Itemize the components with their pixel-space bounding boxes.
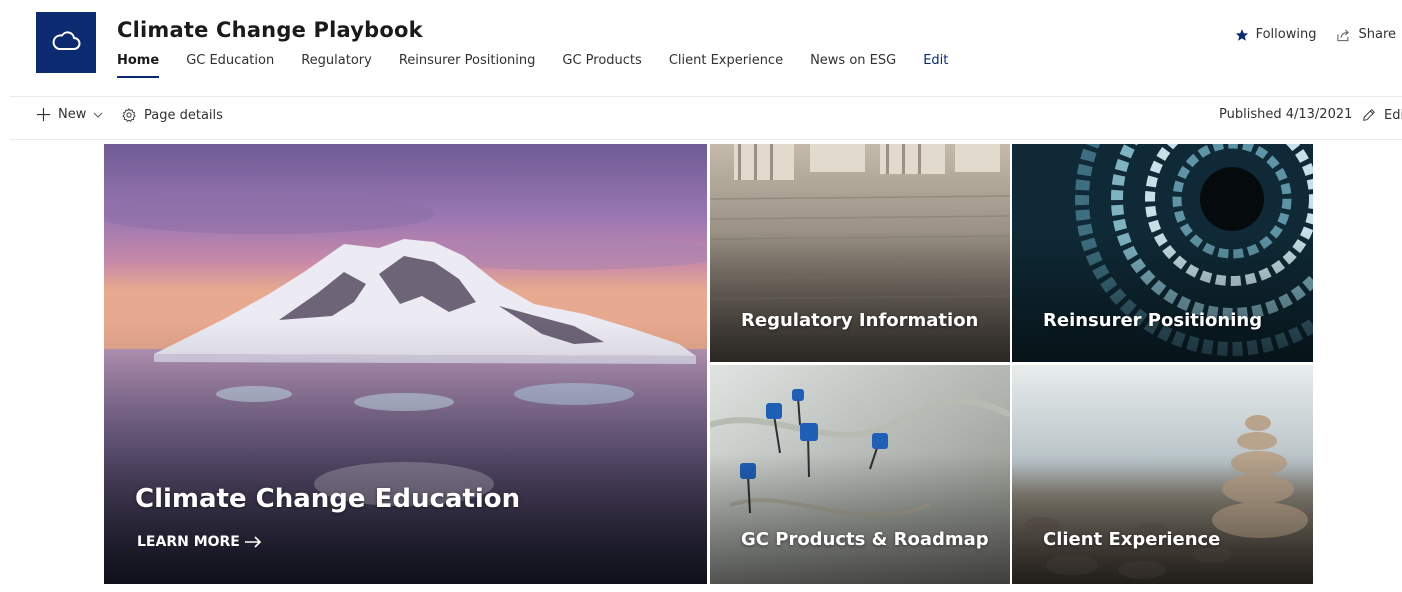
site-header: Climate Change Playbook Home GC Educatio… bbox=[0, 0, 1402, 96]
share-label: Share bbox=[1358, 27, 1396, 42]
share-button[interactable]: Share bbox=[1336, 27, 1396, 42]
nav-item-home[interactable]: Home bbox=[117, 51, 160, 78]
regulatory-tile-shade bbox=[710, 231, 1010, 362]
edit-page-button[interactable]: Edi bbox=[1361, 107, 1402, 123]
hero-tile-regulatory[interactable]: Regulatory Information bbox=[710, 144, 1010, 362]
tile-title-products: GC Products & Roadmap bbox=[741, 529, 989, 550]
learn-more-label: LEARN MORE bbox=[137, 534, 240, 550]
nav-edit-link[interactable]: Edit bbox=[923, 51, 948, 75]
gear-icon bbox=[121, 107, 137, 123]
following-label: Following bbox=[1255, 27, 1317, 42]
page-details-button[interactable]: Page details bbox=[121, 107, 223, 123]
tile-title-reinsurer: Reinsurer Positioning bbox=[1043, 310, 1263, 331]
nav-item-reinsurer-positioning[interactable]: Reinsurer Positioning bbox=[399, 51, 536, 75]
client-tile-shade bbox=[1012, 452, 1313, 584]
command-bar-divider bbox=[10, 139, 1402, 140]
tile-title-regulatory: Regulatory Information bbox=[741, 310, 979, 331]
edit-label: Edi bbox=[1384, 107, 1402, 123]
hero-main-title: Climate Change Education bbox=[135, 484, 521, 514]
command-bar: New Page details Published 4/13/2021 Edi bbox=[0, 97, 1402, 139]
plus-icon bbox=[36, 107, 51, 122]
page-details-label: Page details bbox=[144, 107, 223, 123]
hero-main-tile[interactable]: Climate Change Education LEARN MORE bbox=[104, 144, 707, 584]
star-icon bbox=[1235, 28, 1249, 42]
hero-tile-products[interactable]: GC Products & Roadmap bbox=[710, 365, 1010, 584]
nav-item-regulatory[interactable]: Regulatory bbox=[301, 51, 372, 75]
header-actions: Following Share bbox=[1215, 27, 1396, 42]
learn-more-link[interactable]: LEARN MORE bbox=[137, 534, 262, 550]
pencil-icon bbox=[1361, 107, 1377, 123]
nav-item-gc-products[interactable]: GC Products bbox=[562, 51, 641, 75]
hero-tile-reinsurer[interactable]: Reinsurer Positioning bbox=[1012, 144, 1313, 362]
new-label: New bbox=[58, 107, 87, 122]
published-status: Published 4/13/2021 bbox=[1219, 107, 1353, 122]
chevron-down-icon bbox=[93, 112, 103, 118]
site-title[interactable]: Climate Change Playbook bbox=[117, 18, 423, 42]
nav-item-gc-education[interactable]: GC Education bbox=[186, 51, 274, 75]
cloud-icon bbox=[51, 29, 81, 57]
site-logo[interactable] bbox=[36, 12, 96, 73]
nav-item-client-experience[interactable]: Client Experience bbox=[669, 51, 783, 75]
tile-title-client: Client Experience bbox=[1043, 529, 1221, 550]
site-nav: Home GC Education Regulatory Reinsurer P… bbox=[117, 51, 975, 78]
hero-tile-client[interactable]: Client Experience bbox=[1012, 365, 1313, 584]
reinsurer-tile-shade bbox=[1012, 231, 1313, 362]
new-button[interactable]: New bbox=[36, 107, 103, 122]
products-tile-shade bbox=[710, 452, 1010, 584]
following-button[interactable]: Following bbox=[1235, 27, 1317, 42]
hero-web-part: Climate Change Education LEARN MORE Regu… bbox=[104, 144, 1313, 584]
share-icon bbox=[1336, 28, 1351, 42]
nav-item-news-on-esg[interactable]: News on ESG bbox=[810, 51, 896, 75]
arrow-right-icon bbox=[244, 536, 262, 548]
